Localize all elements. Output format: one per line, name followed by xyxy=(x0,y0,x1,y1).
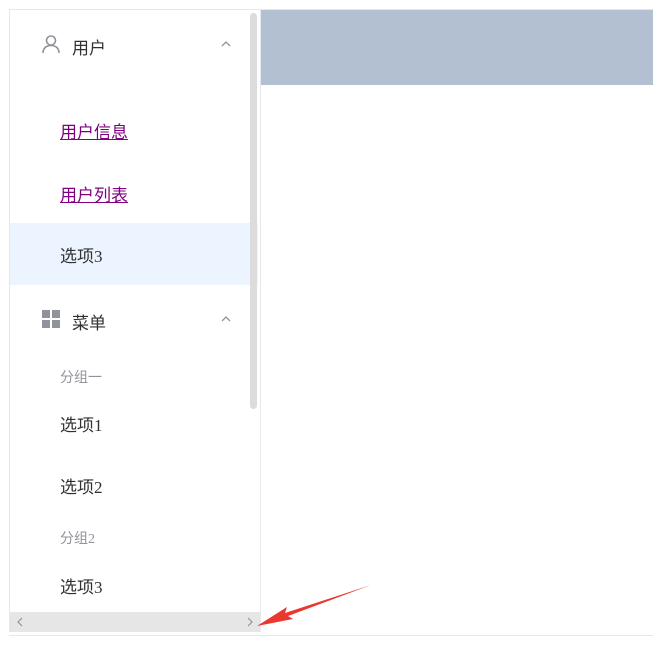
chevron-up-icon xyxy=(221,316,231,322)
menu-item-option3[interactable]: 选项3 xyxy=(10,557,258,612)
chevron-left-icon[interactable] xyxy=(16,617,24,627)
annotation-arrow-icon xyxy=(257,585,371,626)
menu-item-option2[interactable]: 选项2 xyxy=(10,457,258,513)
menu-item-label: 选项2 xyxy=(60,477,103,497)
group-title-1: 分组一 xyxy=(60,371,102,386)
menu-item-option3-active[interactable]: 选项3 xyxy=(10,223,258,285)
vertical-scrollbar-thumb[interactable] xyxy=(250,13,257,409)
submenu-user[interactable]: 用户 xyxy=(10,18,250,74)
sidebar-menu: 用户 用户信息 用户列表 选项3 菜单 分组一 选项1 选项2 分组2 选项3 xyxy=(9,10,261,612)
chevron-up-icon xyxy=(221,41,231,47)
menu-item-user-list[interactable]: 用户列表 xyxy=(10,165,258,221)
submenu-menu[interactable]: 菜单 xyxy=(10,293,250,349)
grid-menu-icon xyxy=(42,310,60,328)
submenu-user-label: 用户 xyxy=(72,38,106,59)
horizontal-scrollbar[interactable] xyxy=(9,612,261,632)
main-header xyxy=(260,10,653,85)
menu-item-label: 用户信息 xyxy=(60,122,128,142)
submenu-menu-label: 菜单 xyxy=(72,313,106,334)
menu-item-label: 用户列表 xyxy=(60,185,128,205)
menu-item-option1[interactable]: 选项1 xyxy=(10,395,258,451)
user-icon xyxy=(42,35,60,54)
menu-item-label: 选项1 xyxy=(60,415,103,435)
menu-item-label: 选项3 xyxy=(60,246,103,266)
chevron-right-icon[interactable] xyxy=(246,617,254,627)
menu-item-user-info[interactable]: 用户信息 xyxy=(10,102,258,158)
group-title-2: 分组2 xyxy=(60,532,95,547)
menu-item-label: 选项3 xyxy=(60,577,103,597)
